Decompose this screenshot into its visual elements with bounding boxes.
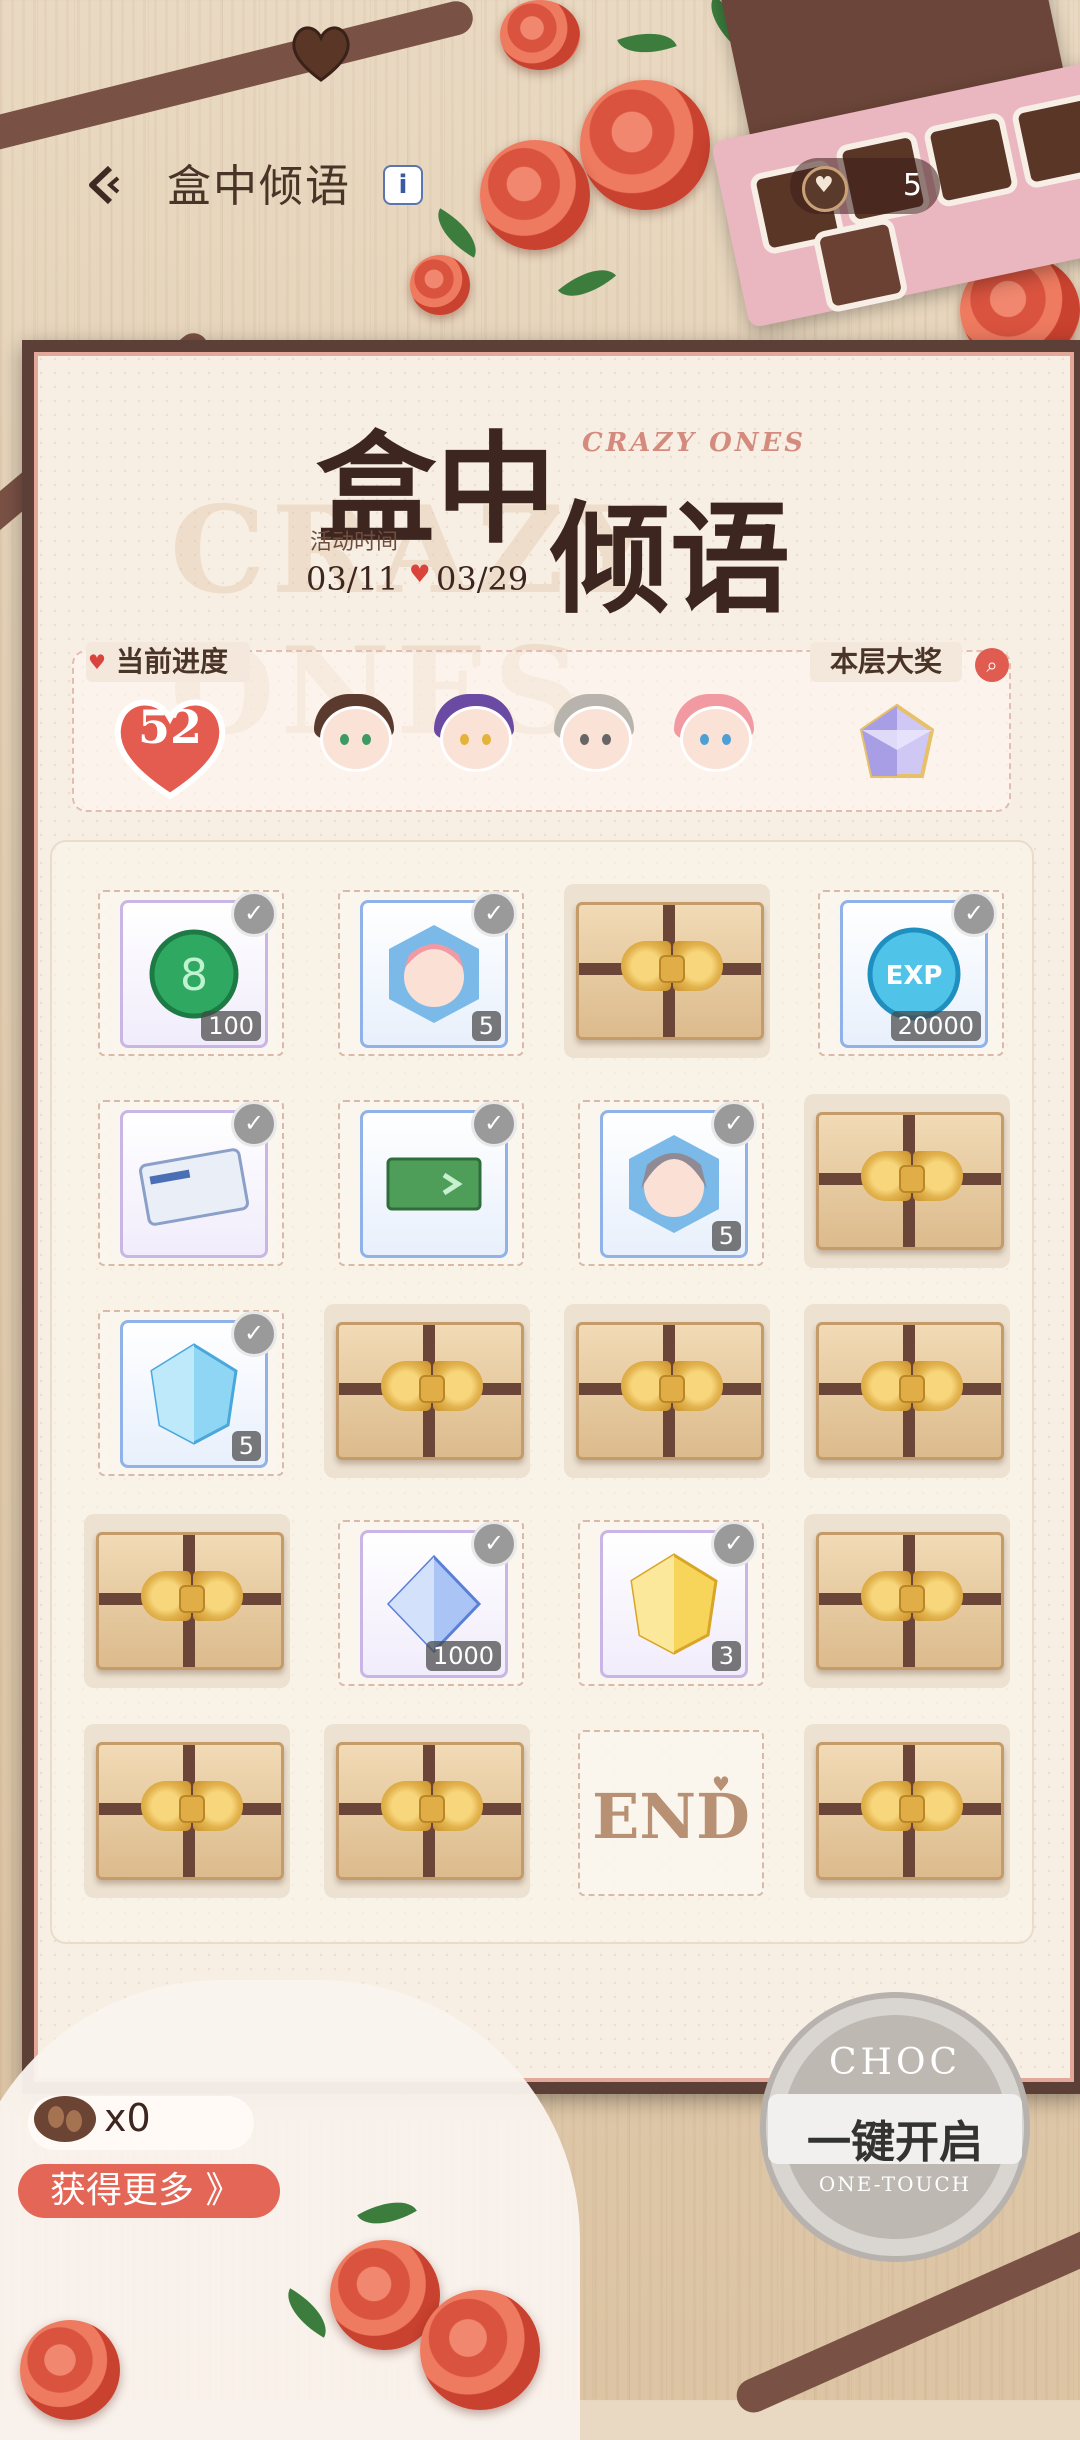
check-icon: ✓ — [231, 1311, 277, 1357]
check-icon: ✓ — [471, 1521, 517, 1567]
check-icon: ✓ — [471, 891, 517, 937]
gift-box-unopened[interactable] — [804, 1304, 1010, 1478]
reward-claimed[interactable]: 5 ✓ — [98, 1310, 284, 1476]
page-title: 盒中倾语 — [167, 161, 351, 212]
pink-character-shard-icon: 5 ✓ — [360, 891, 517, 1048]
rose-decoration — [20, 2320, 120, 2420]
heart-chocolate-decoration — [286, 18, 356, 88]
one-key-open-label: 一键开启 — [807, 2117, 983, 2168]
get-more-button[interactable]: 获得更多 》 — [18, 2164, 280, 2218]
svg-text:8: 8 — [180, 950, 208, 1001]
check-icon: ✓ — [231, 891, 277, 937]
gift-box-icon — [576, 902, 764, 1040]
gold-crystal-icon: 3 ✓ — [600, 1521, 757, 1678]
reward-claimed[interactable]: 8 100 ✓ — [98, 890, 284, 1056]
chocolate-currency-display: 5 — [790, 158, 940, 214]
event-end-date: 03/29 — [436, 560, 529, 598]
currency-count: 5 — [902, 168, 922, 203]
character-avatar-4 — [666, 690, 762, 782]
svg-text:EXP: EXP — [886, 961, 943, 991]
gift-box-icon — [336, 1322, 524, 1460]
reward-quantity: 20000 — [890, 1011, 981, 1041]
check-icon: ✓ — [711, 1521, 757, 1567]
reward-quantity: 5 — [471, 1011, 501, 1041]
pass-card-icon: ✓ — [120, 1101, 277, 1258]
gift-box-icon — [816, 1322, 1004, 1460]
gift-box-unopened[interactable] — [84, 1514, 290, 1688]
character-avatar-1 — [306, 690, 402, 782]
blue-crystal-icon: 5 ✓ — [120, 1311, 277, 1468]
rose-decoration — [500, 0, 580, 70]
gift-box-icon — [816, 1742, 1004, 1880]
gift-box-icon — [96, 1742, 284, 1880]
rose-decoration — [480, 140, 590, 250]
gift-box-unopened[interactable] — [84, 1724, 290, 1898]
event-start-date: 03/11 — [306, 560, 399, 598]
check-icon: ✓ — [951, 891, 997, 937]
chocolate-beans-icon — [34, 2096, 96, 2142]
reward-quantity: 3 — [711, 1641, 741, 1671]
check-icon: ✓ — [231, 1101, 277, 1147]
reward-claimed[interactable]: ✓ — [338, 1100, 524, 1266]
event-period-label: 活动时间 — [310, 530, 399, 555]
seal-bottom-text: ONE-TOUCH — [818, 2172, 972, 2196]
seal-top-text: CHOC — [829, 2042, 961, 2083]
progress-label: 当前进度 — [86, 642, 251, 682]
check-icon: ✓ — [471, 1101, 517, 1147]
reward-quantity: 100 — [201, 1011, 261, 1041]
search-icon[interactable]: ⌕ — [975, 648, 1009, 682]
reward-quantity: 5 — [711, 1221, 741, 1251]
reward-claimed[interactable]: 3 ✓ — [578, 1520, 764, 1686]
character-avatar-3 — [546, 690, 642, 782]
back-icon[interactable] — [80, 160, 130, 210]
green-ticket-icon: ✓ — [360, 1101, 517, 1258]
rose-decoration — [410, 255, 470, 315]
gift-box-unopened[interactable] — [804, 1724, 1010, 1898]
check-icon: ✓ — [711, 1101, 757, 1147]
gift-box-unopened[interactable] — [324, 1304, 530, 1478]
diamond-icon: 1000 ✓ — [360, 1521, 517, 1678]
gift-box-icon — [816, 1112, 1004, 1250]
progress-value: 52 — [137, 700, 202, 754]
reward-quantity: 5 — [231, 1431, 261, 1461]
gift-box-icon — [96, 1532, 284, 1670]
heart-icon: ♥ — [712, 1772, 730, 1796]
green-coin-icon: 8 100 ✓ — [120, 891, 277, 1048]
end-cell: END ♥ — [578, 1730, 764, 1896]
gift-box-unopened[interactable] — [324, 1724, 530, 1898]
gift-box-unopened[interactable] — [804, 1514, 1010, 1688]
rose-decoration — [420, 2290, 540, 2410]
gift-box-icon — [816, 1532, 1004, 1670]
chocolate-count: x0 — [104, 2096, 151, 2140]
gift-box-unopened[interactable] — [564, 884, 770, 1058]
end-label: END — [592, 1780, 750, 1853]
event-subtitle: CRAZY ONES — [582, 428, 807, 458]
reward-quantity: 1000 — [425, 1641, 501, 1671]
reward-claimed[interactable]: ✓ — [98, 1100, 284, 1266]
reward-claimed[interactable]: 5 ✓ — [338, 890, 524, 1056]
reward-claimed[interactable]: 1000 ✓ — [338, 1520, 524, 1686]
event-logo-line2: 倾语 — [550, 489, 790, 630]
reward-claimed[interactable]: 5 ✓ — [578, 1100, 764, 1266]
silver-character-shard-icon: 5 ✓ — [600, 1101, 757, 1258]
grand-prize-label: 本层大奖 — [810, 642, 963, 682]
reward-claimed[interactable]: EXP 20000 ✓ — [818, 890, 1004, 1056]
grand-prize-crystal-icon[interactable] — [852, 700, 942, 790]
gift-box-icon — [336, 1742, 524, 1880]
gift-box-icon — [576, 1322, 764, 1460]
info-icon[interactable]: i — [383, 165, 423, 205]
gift-box-unopened[interactable] — [804, 1094, 1010, 1268]
gift-box-unopened[interactable] — [564, 1304, 770, 1478]
heart-icon: ♥ — [409, 560, 431, 588]
character-avatar-2 — [426, 690, 522, 782]
heart-chocolate-icon — [802, 166, 848, 212]
exp-coin-icon: EXP 20000 ✓ — [840, 891, 997, 1048]
